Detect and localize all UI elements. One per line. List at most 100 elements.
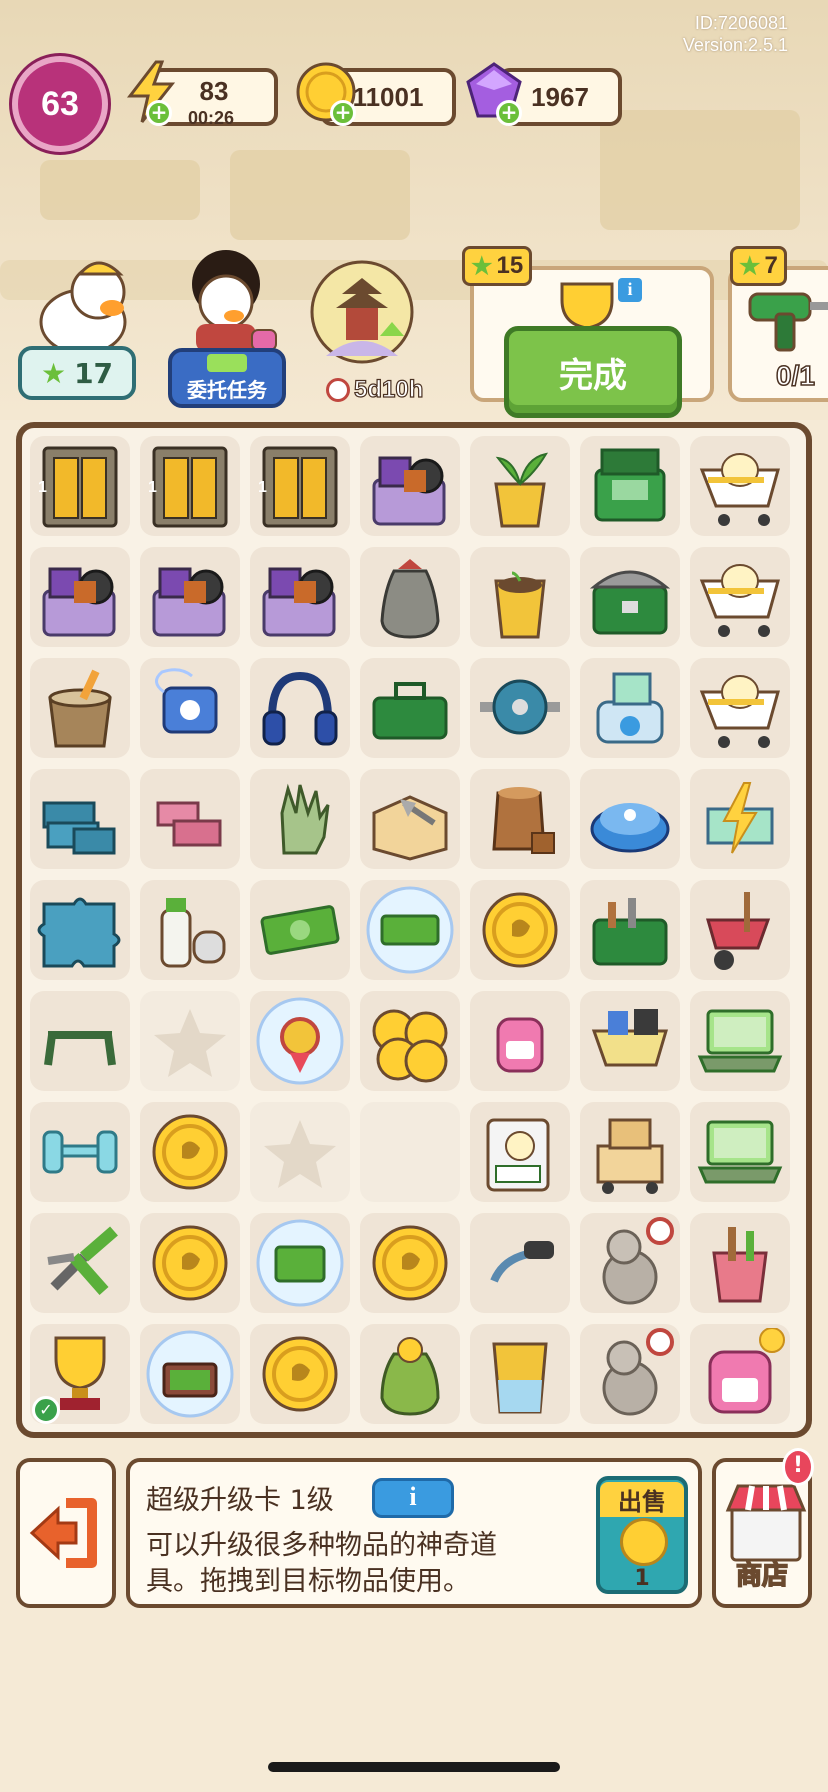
- board-cell-locked-statue[interactable]: [580, 1213, 680, 1313]
- board-cell-bubble-medal[interactable]: [250, 991, 350, 1091]
- gem-value: 1967: [531, 81, 589, 112]
- shop-button[interactable]: ! 商店: [712, 1448, 814, 1608]
- board-cell-bench[interactable]: [30, 991, 130, 1091]
- event-pagoda-icon[interactable]: [306, 256, 418, 376]
- board-cell-stump[interactable]: [470, 769, 570, 869]
- duck-cart-icon: [699, 453, 780, 526]
- board-cell-pink-backpack[interactable]: [470, 991, 570, 1091]
- task-card-drill[interactable]: 0/1: [728, 266, 828, 402]
- item-info-button[interactable]: i: [372, 1478, 454, 1518]
- board-cell-trowel-box[interactable]: [360, 769, 460, 869]
- granny-character-icon[interactable]: [166, 244, 286, 354]
- level-badge[interactable]: 63: [12, 56, 108, 152]
- paint-bucket-icon: [48, 669, 112, 748]
- svg-text:1: 1: [38, 479, 47, 496]
- duck-worker-icon[interactable]: [28, 252, 138, 352]
- board-cell-green-chest[interactable]: [580, 547, 680, 647]
- board-cell-puzzle-pieces[interactable]: [30, 880, 130, 980]
- board-cell-photo-card[interactable]: [470, 1102, 570, 1202]
- entrust-task-button[interactable]: 委托任务: [168, 348, 286, 408]
- board-cell-pruning-shears[interactable]: [30, 1213, 130, 1313]
- board-cell-tool-bucket[interactable]: [690, 1213, 790, 1313]
- locked-statue-icon: [602, 1217, 674, 1305]
- board-cell-junk-pile[interactable]: [30, 547, 130, 647]
- board-cell-coin-sack[interactable]: [360, 1324, 460, 1424]
- board-cell-junk-pile[interactable]: [250, 547, 350, 647]
- robot-vacuum-icon: [590, 803, 670, 853]
- board-cell-duck-cart[interactable]: [690, 658, 790, 758]
- board-cell-laptop[interactable]: [690, 991, 790, 1091]
- board-cell-robot-vacuum[interactable]: [580, 769, 680, 869]
- board-cell-locker-1[interactable]: 1: [30, 436, 130, 536]
- board-cell-ab-roller[interactable]: [470, 658, 570, 758]
- board-cell-gold-coin[interactable]: [140, 1213, 240, 1313]
- board-cell-locked-statue[interactable]: [580, 1324, 680, 1424]
- board-cell-laptop[interactable]: [690, 1102, 790, 1202]
- board-cell-empty-star[interactable]: [250, 1102, 350, 1202]
- sell-button[interactable]: 出售 1: [596, 1476, 688, 1594]
- board-cell-bricks[interactable]: [140, 769, 240, 869]
- board-cell-trophy[interactable]: ✓: [30, 1324, 130, 1424]
- gold-coin-icon: [152, 1225, 228, 1301]
- board-cell-tool-bin[interactable]: [580, 880, 680, 980]
- board-cell-duck-cart[interactable]: [690, 436, 790, 536]
- board-cell-empty-star[interactable]: [140, 991, 240, 1091]
- board-cell-tile-stack[interactable]: [30, 769, 130, 869]
- home-indicator[interactable]: [268, 1762, 560, 1772]
- board-cell-green-toolbox-open[interactable]: [580, 436, 680, 536]
- energy-plus-button[interactable]: +: [146, 100, 172, 126]
- board-cell-green-toolbox[interactable]: [360, 658, 460, 758]
- empty-cup-icon: [492, 1342, 548, 1414]
- board-cell-empty-cup[interactable]: [470, 1324, 570, 1424]
- sprout-pot-icon: [494, 452, 549, 528]
- board-cell-lightning-workbench[interactable]: [690, 769, 790, 869]
- board-cell-bubble-briefcase[interactable]: [140, 1324, 240, 1424]
- gold-coin-icon: [152, 1114, 228, 1190]
- board-cell-locker-1[interactable]: 1: [140, 436, 240, 536]
- notification-badge: !: [782, 1448, 814, 1486]
- board-cell-junk-pile[interactable]: [360, 436, 460, 536]
- board-cell-wheelbarrow[interactable]: [690, 880, 790, 980]
- junk-pile-icon: [42, 567, 116, 637]
- board-cell-gold-coin[interactable]: [360, 1213, 460, 1313]
- build-info: ID:7206081 Version:2.5.1: [683, 12, 788, 56]
- bricks-icon: [156, 801, 222, 847]
- coin-plus-button[interactable]: +: [330, 100, 356, 126]
- board-cell-junk-pile[interactable]: [140, 547, 240, 647]
- task-reward-badge-1: ★ 15: [462, 246, 533, 286]
- gold-coin-icon: [262, 1336, 338, 1412]
- star-icon: ★: [471, 252, 493, 280]
- duck-stars-pill[interactable]: ★ 17: [18, 346, 136, 400]
- board-cell-soil-pot[interactable]: [470, 547, 570, 647]
- board-cell-coin-pile[interactable]: [360, 991, 460, 1091]
- complete-task-button[interactable]: 完成: [504, 326, 682, 418]
- board-cell-gold-coin[interactable]: [140, 1102, 240, 1202]
- board-cell-grey-sack[interactable]: [360, 547, 460, 647]
- board-cell-bubble-cash[interactable]: [360, 880, 460, 980]
- board-cell-duck-cart[interactable]: [690, 547, 790, 647]
- info-badge-icon[interactable]: i: [618, 278, 642, 302]
- board-cell-hose-nozzle[interactable]: [470, 1213, 570, 1313]
- board-cell-spray-can[interactable]: [140, 880, 240, 980]
- board-cell-bubble-money[interactable]: [250, 1213, 350, 1313]
- board-cell-sprout-pot[interactable]: [470, 436, 570, 536]
- exit-button[interactable]: [16, 1458, 116, 1608]
- board-cell-cassette-player[interactable]: [140, 658, 240, 758]
- lightning-workbench-icon: [706, 782, 774, 854]
- board-cell-cart-boxes[interactable]: [580, 1102, 680, 1202]
- board-cell-pink-bag[interactable]: [690, 1324, 790, 1424]
- photo-card-icon: [486, 1118, 550, 1192]
- board-cell-cash-bills[interactable]: [250, 880, 350, 980]
- board-cell-paint-bucket[interactable]: [30, 658, 130, 758]
- laptop-icon: [697, 1120, 783, 1184]
- gem-plus-button[interactable]: +: [496, 100, 522, 126]
- board-cell-work-glove[interactable]: [250, 769, 350, 869]
- board-cell-headphones[interactable]: [250, 658, 350, 758]
- board-cell-gold-coin[interactable]: [250, 1324, 350, 1424]
- board-cell-locker-1[interactable]: 1: [250, 436, 350, 536]
- board-cell-yellow-cart[interactable]: [580, 991, 680, 1091]
- board-cell-gold-coin[interactable]: [470, 880, 570, 980]
- board-cell-3d-printer[interactable]: [580, 658, 680, 758]
- trowel-box-icon: [372, 795, 448, 861]
- board-cell-dumbbell[interactable]: [30, 1102, 130, 1202]
